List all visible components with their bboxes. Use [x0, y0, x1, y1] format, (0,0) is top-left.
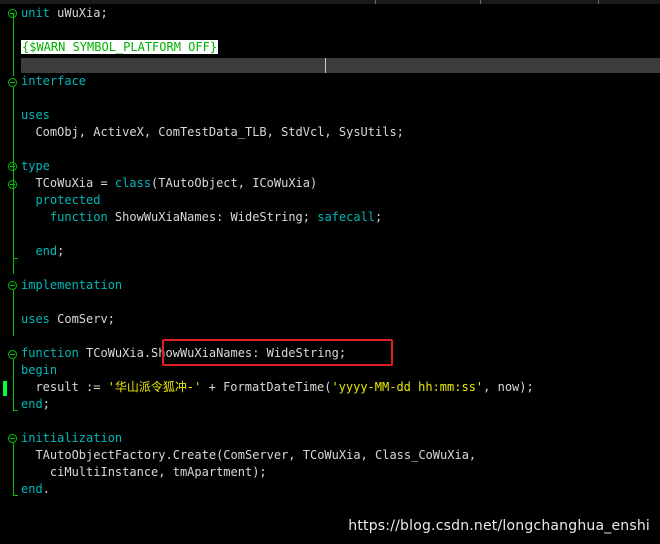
code-line-factory-create[interactable]: TAutoObjectFactory.Create(ComServer, TCo… — [21, 447, 476, 464]
code-line-class-decl[interactable]: TCoWuXia = class(TAutoObject, ICoWuXia) — [21, 175, 317, 192]
code-text: ; — [57, 244, 65, 258]
code-text: TCoWuXia = — [21, 176, 115, 190]
code-line-type[interactable]: type — [21, 158, 50, 175]
code-folding-gutter — [0, 0, 18, 544]
code-text: ShowWuXiaNames: WideString; — [107, 210, 318, 224]
fold-line — [13, 290, 14, 336]
code-line-directive[interactable]: {$WARN SYMBOL_PLATFORM OFF} — [21, 39, 219, 56]
tab-divider — [375, 0, 376, 4]
code-text: (TAutoObject, ICoWuXia) — [151, 176, 318, 190]
code-text: uWuXia; — [49, 6, 108, 20]
keyword: interface — [21, 74, 87, 88]
code-line-initialization[interactable]: initialization — [21, 430, 122, 447]
top-tab-strip — [0, 0, 660, 4]
code-line-unit[interactable]: unit uWuXia; — [21, 5, 108, 22]
tab-divider — [598, 0, 599, 4]
keyword: function — [21, 346, 79, 360]
current-line-highlight — [21, 58, 660, 73]
string-literal: '华山派令狐冲-' — [107, 380, 202, 394]
fold-collapse-icon[interactable] — [8, 281, 18, 291]
fold-line — [13, 443, 14, 496]
code-line-uses[interactable]: uses — [21, 107, 50, 124]
compiler-directive: {$WARN SYMBOL_PLATFORM OFF} — [21, 40, 219, 54]
annotation-highlight-box — [162, 339, 393, 366]
code-line-factory-args[interactable]: ciMultiInstance, tmApartment); — [21, 464, 267, 481]
code-line-units-list[interactable]: ComObj, ActiveX, ComTestData_TLB, StdVcl… — [21, 124, 404, 141]
keyword: function — [49, 210, 108, 224]
fold-collapse-icon[interactable] — [8, 162, 18, 172]
fold-end-marker — [13, 258, 18, 259]
keyword: uses — [21, 108, 50, 122]
keyword: class — [114, 176, 152, 190]
keyword: type — [21, 159, 50, 173]
code-line-result[interactable]: result := '华山派令狐冲-' + FormatDateTime('yy… — [21, 379, 534, 396]
keyword: unit — [21, 6, 50, 20]
code-text: ComObj, ActiveX, ComTestData_TLB, StdVcl… — [21, 125, 404, 139]
tab-divider — [480, 0, 481, 4]
code-text: + FormatDateTime( — [201, 380, 332, 394]
fold-collapse-icon[interactable] — [8, 434, 18, 444]
keyword: implementation — [21, 278, 123, 292]
code-text: TAutoObjectFactory.Create(ComServer, TCo… — [21, 448, 477, 462]
string-literal: 'yyyy-MM-dd hh:mm:ss' — [331, 380, 484, 394]
code-text: ciMultiInstance, tmApartment); — [21, 465, 267, 479]
modified-line-marker — [3, 381, 7, 396]
code-line-method-decl[interactable]: function ShowWuXiaNames: WideString; saf… — [21, 209, 382, 226]
keyword: safecall — [317, 210, 376, 224]
fold-line — [13, 14, 14, 76]
keyword: end — [35, 244, 58, 258]
code-text: result := — [21, 380, 108, 394]
code-line-begin[interactable]: begin — [21, 362, 57, 379]
watermark-url: https://blog.csdn.net/longchanghua_enshi — [348, 518, 650, 534]
keyword: uses — [21, 312, 50, 326]
code-line-impl-uses[interactable]: uses ComServ; — [21, 311, 115, 328]
fold-line — [13, 359, 14, 411]
keyword: end — [21, 482, 43, 496]
code-text: ComServ; — [49, 312, 115, 326]
code-text: ; — [42, 397, 50, 411]
code-line-protected[interactable]: protected — [21, 192, 100, 209]
code-text: ; — [375, 210, 383, 224]
text-cursor — [325, 58, 326, 73]
fold-end-marker — [13, 495, 18, 496]
code-line-function-end[interactable]: end; — [21, 396, 50, 413]
fold-end-marker — [13, 410, 18, 411]
keyword: begin — [21, 363, 58, 377]
keyword: end — [21, 397, 43, 411]
code-line-unit-end[interactable]: end. — [21, 481, 50, 498]
keyword: initialization — [21, 431, 123, 445]
fold-collapse-icon[interactable] — [8, 9, 18, 19]
code-text: . — [42, 482, 50, 496]
keyword: protected — [21, 193, 101, 207]
code-line-interface[interactable]: interface — [21, 73, 86, 90]
fold-collapse-icon[interactable] — [8, 78, 18, 88]
fold-collapse-icon[interactable] — [8, 180, 18, 190]
fold-collapse-icon[interactable] — [8, 350, 18, 360]
code-line-implementation[interactable]: implementation — [21, 277, 122, 294]
code-text: , now); — [483, 380, 534, 394]
code-line-class-end[interactable]: end; — [21, 243, 64, 260]
